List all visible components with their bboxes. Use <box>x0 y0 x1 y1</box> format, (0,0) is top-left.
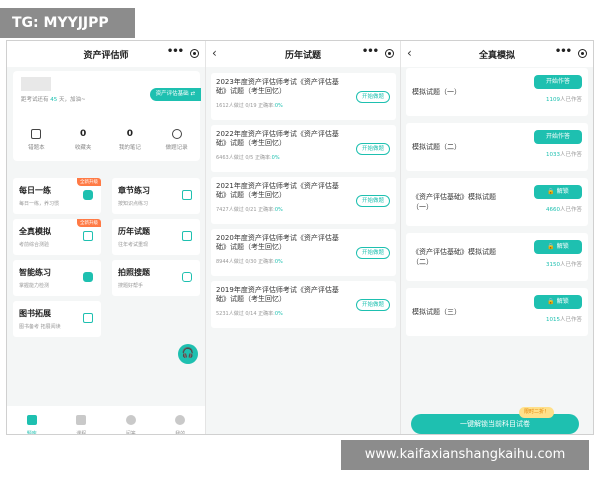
question-bank-icon <box>26 415 37 425</box>
tile-smart-practice[interactable]: 智能练习 掌握能力检测 <box>13 260 101 296</box>
mock-exam-screen: ‹ 全真模拟 ••• 模拟试题（一） 开始作答 1109人已作答 模拟试题（二）… <box>401 41 593 434</box>
stat-error-book[interactable]: 错题本 <box>13 129 60 151</box>
subject-switch-button[interactable]: 资产评估基础 ⇄ <box>149 88 201 101</box>
upgrade-badge: 全新升级 <box>77 219 101 227</box>
tile-chapter-practice[interactable]: 章节练习 按知识点练习 <box>112 178 200 214</box>
discount-tip: 限时二折！ <box>519 407 555 418</box>
tile-books[interactable]: 图书拓展 图书备考 拓展阅读 <box>13 301 101 337</box>
tile-daily-practice[interactable]: 每日一练 每日一练，养习惯 全新升级 <box>13 178 101 214</box>
start-button[interactable]: 开始做题 <box>355 299 390 311</box>
profile-card: 距考试还有 45 天，加油~ 资产评估基础 ⇄ 错题本 0 收藏夹 0 我的笔记 <box>13 71 201 161</box>
camera-icon <box>182 272 192 282</box>
past-papers-header: ‹ 历年试题 ••• <box>206 41 400 67</box>
smart-practice-icon <box>83 272 93 282</box>
watermark-top: TG: MYYJJPP <box>0 8 135 38</box>
mock-item[interactable]: 《资产评估基础》模拟试题（二） 🔒 解锁 3150人已作答 <box>406 233 588 281</box>
past-papers-screen: ‹ 历年试题 ••• 2023年度资产评估师考试《资产评估基础》试题（考生回忆）… <box>206 41 401 434</box>
start-answer-button[interactable]: 开始作答 <box>534 75 582 89</box>
mock-item[interactable]: 模拟试题（二） 开始作答 1033人已作答 <box>406 123 588 171</box>
unlock-button[interactable]: 🔒 解锁 <box>534 185 582 199</box>
paper-item[interactable]: 2019年度资产评估师考试《资产评估基础》试题（考生回忆） 5231人做过 0/… <box>211 281 396 328</box>
home-header: 资产评估师 ••• <box>7 41 205 67</box>
start-button[interactable]: 开始做题 <box>355 91 390 103</box>
paper-item[interactable]: 2020年度资产评估师考试《资产评估基础》试题（考生回忆） 8944人做过 0/… <box>211 229 396 276</box>
tab-courses[interactable]: 课程 <box>57 406 107 434</box>
mock-item[interactable]: 模拟试题（三） 🔒 解锁 1015人已作答 <box>406 288 588 336</box>
page-title: 全真模拟 <box>478 50 515 61</box>
screens-container: 资产评估师 ••• 距考试还有 45 天，加油~ 资产评估基础 ⇄ 错题本 0 … <box>6 40 594 435</box>
calendar-icon <box>182 231 192 241</box>
unlock-button[interactable]: 🔒 解锁 <box>534 240 582 254</box>
tile-photo-search[interactable]: 拍照搜题 搜题好帮手 <box>112 260 200 296</box>
tile-mock-exam[interactable]: 全真模拟 考前综合测验 全新升级 <box>13 219 101 255</box>
mock-exam-header: ‹ 全真模拟 ••• <box>401 41 593 67</box>
start-button[interactable]: 开始做题 <box>355 247 390 259</box>
paper-item[interactable]: 2023年度资产评估师考试《资产评估基础》试题（考生回忆） 1612人做过 0/… <box>211 73 396 120</box>
start-button[interactable]: 开始做题 <box>355 195 390 207</box>
stats-row: 错题本 0 收藏夹 0 我的笔记 做题记录 <box>13 129 200 151</box>
upgrade-badge: 全新升级 <box>77 178 101 186</box>
courses-icon <box>76 415 87 425</box>
tab-question-bank[interactable]: 题库 <box>7 406 57 434</box>
chapter-icon <box>182 190 192 200</box>
page-title: 资产评估师 <box>83 50 129 61</box>
start-button[interactable]: 开始做题 <box>355 143 390 155</box>
exam-countdown: 距考试还有 45 天，加油~ <box>21 97 86 103</box>
unlock-button[interactable]: 🔒 解锁 <box>534 295 582 309</box>
target-icon[interactable] <box>190 49 199 58</box>
more-icon[interactable]: ••• <box>362 46 379 57</box>
headset-support-icon[interactable]: 🎧 <box>178 344 198 364</box>
target-icon[interactable] <box>385 49 394 58</box>
paper-item[interactable]: 2021年度资产评估师考试《资产评估基础》试题（考生回忆） 7427人做过 0/… <box>211 177 396 224</box>
paper-item[interactable]: 2022年度资产评估师考试《资产评估基础》试题（考生回忆） 6463人做过 0/… <box>211 125 396 172</box>
tab-mine[interactable]: 我的 <box>156 406 206 434</box>
more-icon[interactable]: ••• <box>555 46 572 57</box>
history-icon <box>171 129 182 139</box>
qa-icon <box>125 415 136 425</box>
error-book-icon <box>31 129 42 139</box>
stat-notes[interactable]: 0 我的笔记 <box>107 129 154 151</box>
watermark-bottom: www.kaifaxianshangkaihu.com <box>341 440 589 470</box>
mock-item[interactable]: 《资产评估基础》模拟试题（一） 🔒 解锁 4660人已作答 <box>406 178 588 226</box>
unlock-all-button[interactable]: 一键解锁当前科目试卷 <box>411 414 579 434</box>
book-icon <box>83 313 93 323</box>
tile-past-papers[interactable]: 历年试题 往年考试重现 <box>112 219 200 255</box>
home-screen: 资产评估师 ••• 距考试还有 45 天，加油~ 资产评估基础 ⇄ 错题本 0 … <box>7 41 206 434</box>
start-answer-button[interactable]: 开始作答 <box>534 130 582 144</box>
back-icon[interactable]: ‹ <box>212 46 217 60</box>
page-title: 历年试题 <box>284 50 321 61</box>
more-icon[interactable]: ••• <box>167 46 184 57</box>
target-icon[interactable] <box>578 49 587 58</box>
stat-history[interactable]: 做题记录 <box>153 129 200 151</box>
bottom-tabbar: 题库 课程 问答 我的 <box>7 406 205 434</box>
daily-practice-icon <box>83 190 93 200</box>
mock-item[interactable]: 模拟试题（一） 开始作答 1109人已作答 <box>406 68 588 116</box>
profile-icon <box>175 415 186 425</box>
stat-favorites[interactable]: 0 收藏夹 <box>60 129 107 151</box>
back-icon[interactable]: ‹ <box>407 46 412 60</box>
mock-exam-icon <box>83 231 93 241</box>
tab-qa[interactable]: 问答 <box>106 406 156 434</box>
avatar[interactable] <box>21 77 51 91</box>
